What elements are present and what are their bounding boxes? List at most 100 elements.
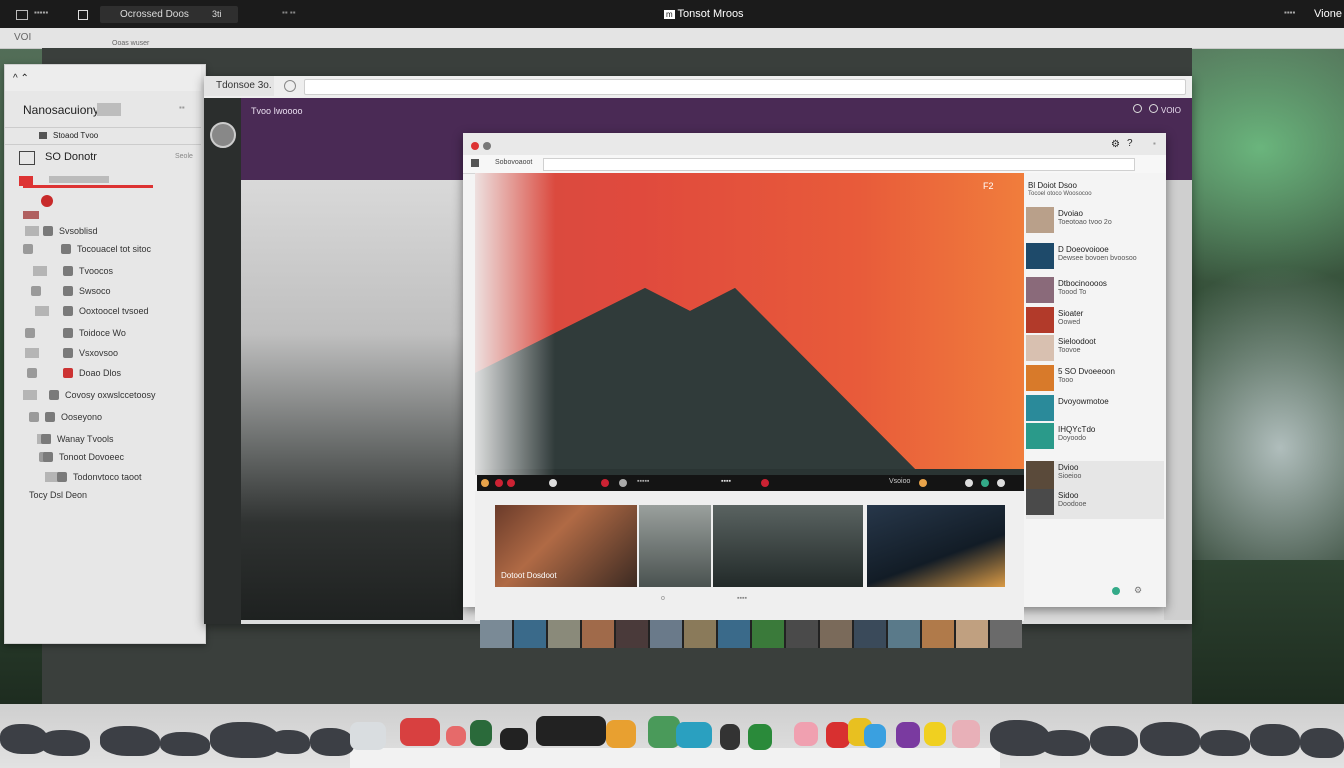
left-panel-item[interactable]: Wanay Tvools: [5, 431, 201, 449]
left-panel-section[interactable]: SO Donotr Seole: [19, 149, 199, 165]
more-icon[interactable]: [997, 479, 1005, 487]
side-list-item[interactable]: Dvoiao Toeotoao tvoo 2o: [1026, 207, 1164, 237]
side-list-header: Bl Doiot Dsoo: [1028, 181, 1077, 190]
search-icon[interactable]: [1133, 104, 1142, 113]
home-icon[interactable]: [471, 159, 479, 167]
film-strip-frame[interactable]: [650, 620, 682, 648]
control-icon-4[interactable]: [601, 479, 609, 487]
left-panel-item[interactable]: Swsoco: [5, 283, 201, 301]
left-panel-item[interactable]: Tonoot Dovoeec: [5, 449, 201, 467]
control-icon-7[interactable]: [919, 479, 927, 487]
shelf-base: [350, 748, 1000, 768]
side-list-status-icon: [1112, 587, 1120, 595]
menubar-search-box[interactable]: Ocrossed Doos 3ti: [100, 6, 238, 23]
film-strip-frame[interactable]: [684, 620, 716, 648]
avatar[interactable]: [210, 122, 236, 148]
control-icon-2[interactable]: [495, 479, 503, 487]
menubar-right-label[interactable]: Vione: [1314, 8, 1342, 20]
hero-fade: [475, 173, 555, 475]
item-thumb-icon: [43, 452, 53, 462]
video-thumbnail-2[interactable]: [639, 505, 711, 587]
side-list-item[interactable]: Sidoo Doodooe: [1026, 489, 1164, 519]
side-list-item[interactable]: Dvioo Sioeioo: [1026, 461, 1164, 519]
play-icon[interactable]: [549, 479, 557, 487]
side-list-item[interactable]: Dvoyowmotoe: [1026, 395, 1164, 425]
square-icon[interactable]: [78, 10, 88, 20]
control-icon-5[interactable]: [619, 479, 627, 487]
side-list-item[interactable]: Sioater Oowed: [1026, 307, 1164, 337]
side-list-item[interactable]: Sieloodoot Toovoe: [1026, 335, 1164, 365]
side-list-item[interactable]: D Doeovoiooe Dewsee bovoen bvoosoo: [1026, 243, 1164, 273]
control-icon-6[interactable]: [761, 479, 769, 487]
back-icon[interactable]: ^ ⌃: [13, 73, 29, 84]
film-strip-frame[interactable]: [922, 620, 954, 648]
question-icon[interactable]: ?: [1127, 138, 1133, 149]
browser-tab[interactable]: Tdonsoe 3o.: [204, 76, 274, 96]
film-strip-frame[interactable]: [548, 620, 580, 648]
player-settings-icon[interactable]: ⚙: [1111, 139, 1120, 150]
decor-toy: [350, 722, 386, 750]
left-panel-item[interactable]: Todonvtoco taoot: [5, 469, 201, 487]
decor-toy: [864, 724, 886, 748]
section-right[interactable]: Seole: [175, 153, 193, 160]
film-strip-frame[interactable]: [582, 620, 614, 648]
decor-toy: [536, 716, 606, 746]
window-icon[interactable]: [16, 10, 28, 20]
scroll-dots[interactable]: ▪▪▪▪: [737, 595, 747, 602]
left-panel-item[interactable]: Ooseyono: [5, 409, 201, 427]
side-list-settings-icon[interactable]: ⚙: [1134, 585, 1142, 596]
film-strip-frame[interactable]: [514, 620, 546, 648]
left-panel-item[interactable]: Vsxovsoo: [5, 345, 201, 363]
volume-icon[interactable]: [965, 479, 973, 487]
player-search-field[interactable]: [543, 158, 1135, 171]
left-panel-item-label: Swsoco: [79, 286, 111, 296]
side-list-item[interactable]: Dtbocinoooos Toood To: [1026, 277, 1164, 307]
film-strip-frame[interactable]: [718, 620, 750, 648]
side-list-thumbnail: [1026, 277, 1054, 303]
left-panel-item[interactable]: Tocy Dsl Deon: [5, 487, 201, 505]
left-panel-item[interactable]: Tvoocos: [5, 263, 201, 281]
left-panel-item[interactable]: Tocouacel tot sitoc: [5, 241, 201, 259]
film-strip-frame[interactable]: [480, 620, 512, 648]
account-icon[interactable]: [1149, 104, 1158, 113]
decor-toy: [826, 722, 850, 748]
item-icon: [31, 286, 41, 296]
browser-address-bar[interactable]: [304, 79, 1186, 95]
film-strip-frame[interactable]: [786, 620, 818, 648]
menu-icon[interactable]: ▪: [1153, 139, 1156, 148]
left-panel-subheader[interactable]: Stoaod Tvoo: [5, 127, 201, 145]
menubar-status-icons[interactable]: ▪▪▪▪: [1284, 8, 1295, 17]
thumb-caption: Dotoot Dosdoot: [501, 571, 557, 580]
video-thumbnail-4[interactable]: [867, 505, 1005, 587]
hero-badge[interactable]: F2: [983, 181, 994, 191]
hero-video[interactable]: F2: [475, 173, 1024, 475]
film-strip-frame[interactable]: [956, 620, 988, 648]
control-icon-3[interactable]: [507, 479, 515, 487]
film-strip-frame[interactable]: [888, 620, 920, 648]
control-icon-1[interactable]: [481, 479, 489, 487]
left-panel-item[interactable]: Covosy oxwslccetoosy: [5, 387, 201, 405]
reload-icon[interactable]: [284, 80, 296, 92]
film-strip-frame[interactable]: [854, 620, 886, 648]
left-panel-item[interactable]: Toidoce Wo: [5, 325, 201, 343]
decor-toy: [400, 718, 440, 746]
page-header-right[interactable]: VOIO: [1161, 106, 1181, 115]
selected-item[interactable]: [19, 173, 153, 189]
fullscreen-icon[interactable]: [981, 479, 989, 487]
film-strip-frame[interactable]: [616, 620, 648, 648]
left-panel-item[interactable]: Doao Dlos: [5, 365, 201, 383]
left-panel-dots[interactable]: ▪▪: [179, 103, 185, 112]
player-address-row: Sobovoaoot: [463, 155, 1166, 174]
menu-item-left[interactable]: ▪▪▪▪▪: [34, 8, 48, 17]
video-thumbnail-3[interactable]: [713, 505, 863, 587]
left-panel-item[interactable]: Svsoblisd: [5, 223, 201, 241]
video-thumbnail-1[interactable]: Dotoot Dosdoot: [495, 505, 637, 587]
left-panel-item-label: Toidoce Wo: [79, 328, 126, 338]
side-list-item[interactable]: IHQYcTdo Doyoodo: [1026, 423, 1164, 453]
left-panel-item[interactable]: Ooxtoocel tvsoed: [5, 303, 201, 321]
menubar-dots-icon[interactable]: ▪▪ ▪▪: [282, 8, 296, 17]
side-list-item[interactable]: 5 SO Dvoeeoon Tooo: [1026, 365, 1164, 395]
film-strip-frame[interactable]: [820, 620, 852, 648]
film-strip-frame[interactable]: [752, 620, 784, 648]
film-strip-frame[interactable]: [990, 620, 1022, 648]
